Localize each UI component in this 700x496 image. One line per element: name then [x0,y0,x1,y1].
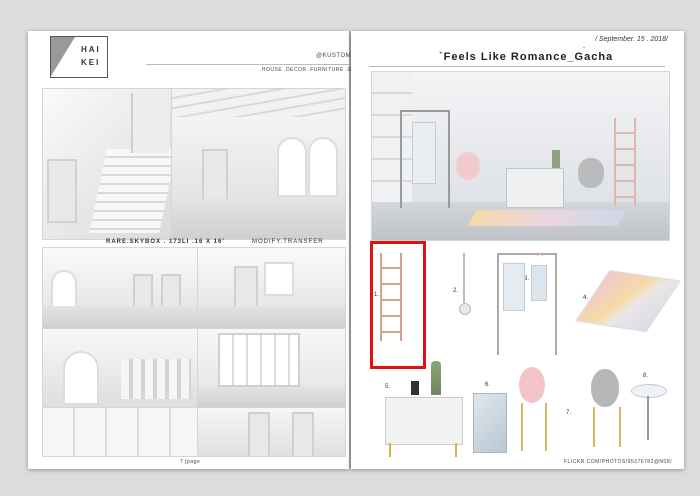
logo-line-2: KEI [81,58,101,67]
pink-chair-legs [521,403,547,451]
logo-triangle [51,37,75,76]
balustrade [121,359,191,399]
item-label-6: 6. [485,382,491,388]
skybox-caption: RARE.SKYBOX . 173LI .16 X 16' [106,239,225,245]
logo-line-1: HAI [81,45,101,54]
skybox-photo-room [197,247,346,329]
skybox-photo-staircase [42,88,172,240]
gacha-hero-photo [371,71,670,241]
highlight-box [370,241,426,369]
skybox-photo-hall [42,247,198,329]
tank-top-item [531,265,547,301]
grey-chair-legs [593,407,621,447]
hanging-shirt [412,122,436,184]
side-table-item[interactable] [631,384,667,398]
grey-chair-item[interactable] [591,369,619,407]
pink-chair-back [456,152,480,180]
page-number: 7 [page [180,459,201,465]
large-window [218,333,300,387]
door [202,149,228,201]
door [248,412,270,456]
art-panel-item[interactable] [473,393,507,453]
haikei-logo: HAI KEI [50,36,108,78]
right-page: / September. 15 . 2018/ - `Feels Like Ro… [351,31,684,469]
plant-item[interactable] [431,361,441,395]
arched-window [308,137,338,197]
title-rule [369,66,665,67]
grey-chair-back [578,158,604,188]
arched-window [277,137,307,197]
photo-frame-item[interactable] [411,381,419,395]
permissions-caption: MODIFY.TRANSFER [252,239,324,245]
item-label-2: 2. [453,288,459,294]
item-label-7: 7. [566,410,572,416]
pink-chair-item[interactable] [519,367,545,403]
skybox-photo-doors [197,407,346,457]
item-label-5: 5. [385,384,391,390]
skybox-photo-panels [42,407,198,457]
pendant-lamp-cord [463,253,465,303]
item-label-8: 8. [643,373,649,379]
door [47,159,77,223]
marble-dresser-item[interactable] [385,397,463,445]
pendant-lamp-bulb[interactable] [459,303,471,315]
side-table-leg [647,396,649,440]
plant [552,150,560,168]
dresser-leg [455,443,457,457]
rug [467,210,627,226]
skybox-photo-balustrade [42,328,198,408]
marble-dresser [506,168,564,208]
rug-item[interactable] [574,269,682,333]
skybox-photo-arches [171,88,346,240]
ladder-shelf [614,118,636,206]
logo-text: HAI KEI [81,43,101,69]
shirt-item [503,263,525,311]
left-page: HAI KEI @KUSTOMS .HOUSE .DECOR .FURNITUR… [28,31,367,469]
door [292,412,314,456]
header-rule [146,64,349,65]
item-label-4: 4. [583,295,589,301]
arched-doorway [63,351,99,405]
hanger [537,253,543,261]
brand-handle: @KUSTOMS [316,53,356,59]
footer-url: FLICKR.COM/PHOTOS/95376782@N08/ [563,459,672,465]
dresser-leg [389,443,391,457]
page-title: `Feels Like Romance_Gacha [439,51,614,63]
skybox-photo-window [197,328,346,408]
issue-date: / September. 15 . 2018/ [595,36,668,43]
